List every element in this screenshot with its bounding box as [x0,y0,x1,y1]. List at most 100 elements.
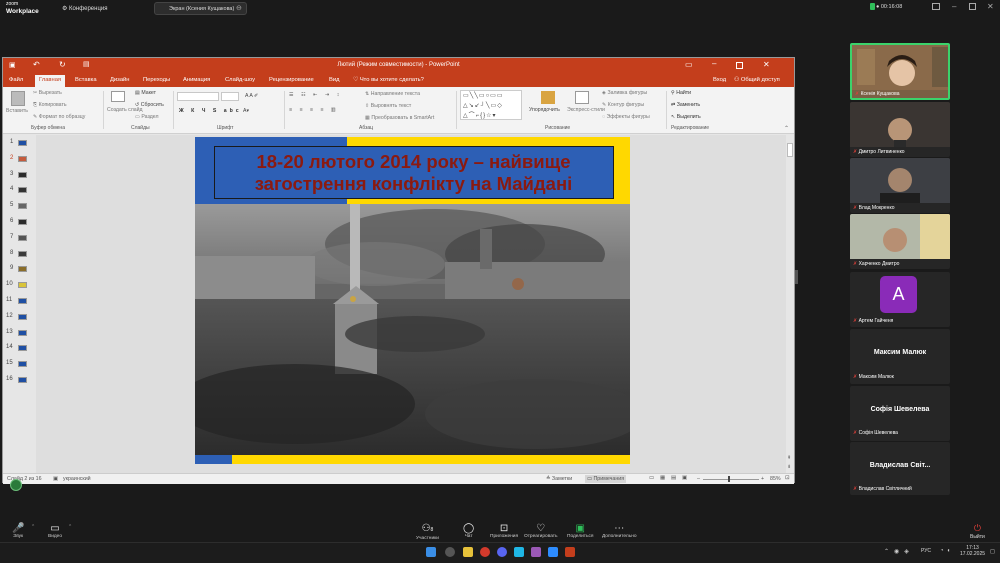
maximize-icon[interactable] [969,3,976,10]
tab-file[interactable]: Файл [9,77,23,83]
section-button[interactable]: ▭ Раздел [135,114,159,120]
slide-thumbnail[interactable] [18,345,27,352]
slide-thumbnail-number[interactable]: 15 [6,360,13,366]
language-indicator[interactable]: РУС [921,548,931,554]
current-slide[interactable]: 18-20 лютого 2014 року – найвище загостр… [195,137,630,464]
discord-icon[interactable] [497,547,507,557]
new-slide-button[interactable]: Создать слайд [107,107,143,113]
share-button[interactable]: ⚇ Общий доступ [734,77,780,83]
participant-tile-6[interactable]: Максим Малюк ✗ Максим Малюк [850,329,950,384]
slide-thumbnail-number[interactable]: 13 [6,329,13,335]
vertical-scrollbar[interactable]: ⇞ ⇟ [786,135,794,473]
scroll-thumb[interactable] [787,143,793,157]
zoom-companion-icon[interactable] [10,479,22,491]
zoom-out-icon[interactable]: – [697,476,700,482]
arrange-button[interactable]: Упорядочить [529,107,560,113]
zoom-taskbar-icon[interactable] [548,547,558,557]
layout-button[interactable]: ▤ Макет [135,90,156,96]
new-slide-icon[interactable] [111,91,125,102]
opera-icon[interactable] [480,547,490,557]
slide-thumbnail[interactable] [18,298,27,304]
replace-button[interactable]: ⇄ Заменить [671,102,700,108]
collapse-ribbon-icon[interactable]: ⌃ [784,125,789,132]
format-painter-button[interactable]: ✎ Формат по образцу [33,114,85,120]
fit-slide-icon[interactable]: ⊡ [785,475,789,481]
close-icon[interactable]: ✕ [763,60,770,69]
comments-button[interactable]: ▭ Примечания [585,475,627,483]
slide-thumbnail[interactable] [18,234,27,241]
slide-thumbnail[interactable] [18,187,27,194]
slide-thumbnail-number[interactable]: 6 [10,218,13,224]
participant-tile-5[interactable]: А ✗ Артем Гайченя [850,272,950,327]
paste-icon[interactable] [11,91,25,106]
security-shield-icon[interactable] [870,3,875,10]
windows-start-icon[interactable] [426,547,436,557]
language-indicator[interactable]: украинский [63,476,91,482]
slide-thumbnail-number[interactable]: 5 [10,202,13,208]
zoom-slider-thumb[interactable] [728,476,730,482]
video-options-icon[interactable]: ⌃ [68,524,72,530]
slide-thumbnail[interactable] [18,219,27,225]
slide-thumbnail[interactable] [18,203,27,210]
tab-transitions[interactable]: Переходы [143,77,170,83]
spellcheck-icon[interactable]: ▣ [53,476,58,482]
taskbar-clock[interactable]: 17:13 17.02.2025 [960,545,985,557]
leave-button[interactable]: ⏻ Выйти [970,523,985,540]
participant-tile-1[interactable]: ✗ Ксенія Кущакова [850,43,950,100]
slide-thumbnail[interactable] [18,155,27,162]
tab-animations[interactable]: Анимация [183,77,210,83]
slide-thumbnail[interactable] [18,329,27,336]
quick-styles-icon[interactable] [575,91,589,104]
participant-tile-3[interactable]: ✗ Влад Мокренко [850,158,950,213]
copy-button[interactable]: ⎘ Копировать [33,102,67,109]
audio-button[interactable]: 🎤 Звук [12,523,24,539]
zoom-slider[interactable] [703,479,759,480]
slide-thumbnail-number[interactable]: 8 [10,250,13,256]
select-button[interactable]: ↖ Выделить [671,114,701,120]
slide-thumbnail-number[interactable]: 10 [6,281,13,287]
slide-thumbnail-number[interactable]: 1 [10,139,13,145]
slide-thumbnail-number[interactable]: 12 [6,313,13,319]
zoom-in-icon[interactable]: + [761,476,764,482]
shapes-gallery[interactable]: ▭╲╲▭○▭▭ △↘↙┘╲▭◇ △⌒⌐{}☆▾ [460,90,522,120]
cut-button[interactable]: ✂ Вырезать [33,90,62,96]
minimize-icon[interactable]: – [712,59,716,68]
slide-thumbnail[interactable] [18,140,27,146]
font-size-field[interactable] [221,92,239,101]
share-screen-button[interactable]: ▣ Поделиться [567,523,594,539]
slide-thumbnail-number[interactable]: 7 [10,234,13,240]
conference-button[interactable]: ⚙ Конференция [62,5,108,12]
close-icon[interactable]: ✕ [987,2,994,11]
screen-share-pill[interactable]: Экран (Ксения Кущакова) [154,2,247,15]
slide-thumbnail[interactable] [18,313,27,320]
slide-thumbnail[interactable] [18,282,27,289]
list-buttons[interactable]: ☰ ☷ ⇤ ⇥ ↕ [289,92,342,98]
font-size-buttons[interactable]: A A ✐ [245,93,258,99]
store-icon[interactable] [514,547,524,557]
ribbon-display-icon[interactable]: ▭ [685,60,693,69]
font-format-buttons[interactable]: Ж К Ч S abc [179,108,242,114]
powerpoint-taskbar-icon[interactable] [565,547,575,557]
align-text-button[interactable]: ⇳ Выровнять текст [365,103,411,109]
video-button[interactable]: ▭ Видео [48,523,62,539]
next-slide-icon[interactable]: ⇟ [787,464,791,470]
search-icon[interactable] [445,547,455,557]
text-direction-button[interactable]: ⇅ Направление текста [365,91,420,97]
align-buttons[interactable]: ≡ ≡ ≡ ≡ ▥ [289,107,339,113]
tab-home[interactable]: Главная [35,75,66,87]
find-button[interactable]: ⚲ Найти [671,90,691,96]
audio-options-icon[interactable]: ⌃ [31,524,35,530]
tell-me-box[interactable]: ♡ Что вы хотите сделать? [353,77,424,83]
minimize-icon[interactable]: – [952,2,956,11]
participant-tile-8[interactable]: Владислав Світ... ✗ Владислав Світличний [850,442,950,495]
gallery-resize-handle[interactable] [795,270,798,284]
app-icon[interactable] [531,547,541,557]
slide-thumbnail-number[interactable]: 16 [6,376,13,382]
view-buttons[interactable]: ▭▦▤▣ [649,475,693,481]
participant-tile-2[interactable]: ✗ Дмитро Литвиненко [850,102,950,157]
tray-icons[interactable]: ⌃◉◈ [884,548,914,555]
slide-thumbnail-number[interactable]: 4 [10,186,13,192]
shape-fill-button[interactable]: ◈ Заливка фигуры [602,90,647,96]
font-color-icon[interactable]: A▾ [243,108,249,114]
slide-title-box[interactable]: 18-20 лютого 2014 року – найвище загостр… [214,146,614,199]
